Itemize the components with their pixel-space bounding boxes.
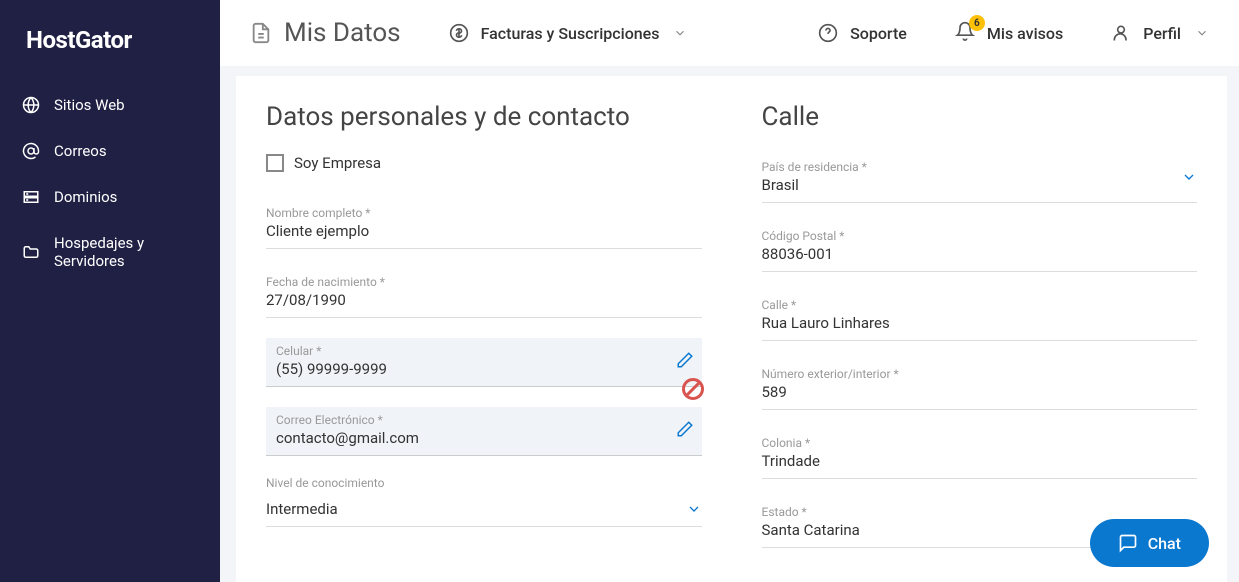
field-level[interactable]: Intermedia [266,494,702,527]
edit-icon[interactable] [676,351,694,373]
field-label: Calle * [762,298,1198,312]
field-value: Rua Lauro Linhares [762,314,1198,332]
field-phone[interactable]: Celular * (55) 99999-9999 [266,338,702,387]
field-value: (55) 99999-9999 [276,360,692,378]
server-icon [22,188,40,206]
sidebar-item-label: Correos [54,142,107,160]
nav-billing[interactable]: Facturas y Suscripciones [449,23,688,43]
sidebar-item-label: Hospedajes y Servidores [54,234,198,270]
sidebar-item-hosting[interactable]: Hospedajes y Servidores [0,220,220,284]
nav-profile[interactable]: Perfil [1111,23,1209,43]
main: Mis Datos Facturas y Suscripciones Sopor… [220,0,1239,582]
field-label: Nivel de conocimiento [266,476,702,490]
chevron-down-icon [1181,169,1197,185]
help-icon [818,23,838,43]
chevron-down-icon [686,501,702,517]
sidebar-item-mail[interactable]: Correos [0,128,220,174]
chevron-down-icon [1195,26,1209,40]
chat-icon [1118,533,1138,553]
chat-button[interactable]: Chat [1090,519,1209,567]
checkbox-label: Soy Empresa [294,154,381,172]
section-heading-personal: Datos personales y de contacto [266,102,702,132]
field-dob[interactable]: Fecha de nacimiento * 27/08/1990 [266,269,702,318]
field-colony[interactable]: Colonia * Trindade [762,430,1198,479]
field-street[interactable]: Calle * Rua Lauro Linhares [762,292,1198,341]
topbar: Mis Datos Facturas y Suscripciones Sopor… [220,0,1239,66]
field-number[interactable]: Número exterior/interior * 589 [762,361,1198,410]
nav-support-label: Soporte [850,24,907,43]
nav-support[interactable]: Soporte [818,23,907,43]
field-value: Cliente ejemplo [266,222,702,240]
edit-icon[interactable] [676,420,694,442]
sidebar-item-sites[interactable]: Sitios Web [0,82,220,128]
nav-notices-label: Mis avisos [987,24,1063,43]
page-title: Mis Datos [250,18,401,48]
sidebar-item-domains[interactable]: Dominios [0,174,220,220]
nav-profile-label: Perfil [1143,24,1181,43]
checkbox-box[interactable] [266,154,284,172]
globe-icon [22,96,40,114]
field-email[interactable]: Correo Electrónico * contacto@gmail.com [266,407,702,456]
user-icon [1111,23,1131,43]
sidebar: HostGator Sitios Web Correos Dominios Ho… [0,0,220,582]
folder-icon [22,243,40,261]
field-value: Brasil [762,176,867,194]
page-title-text: Mis Datos [284,18,401,48]
chat-label: Chat [1148,534,1181,553]
field-value: Trindade [762,452,1198,470]
document-icon [250,22,272,44]
brand-logo: HostGator [0,18,220,82]
field-country[interactable]: País de residencia * Brasil [762,154,1198,203]
column-personal: Datos personales y de contacto Soy Empre… [266,102,702,566]
field-value: contacto@gmail.com [276,429,692,447]
chevron-down-icon [673,26,687,40]
card-profile: Datos personales y de contacto Soy Empre… [236,76,1227,582]
field-label: Celular * [276,344,692,358]
nav-billing-label: Facturas y Suscripciones [481,24,660,43]
field-label: Correo Electrónico * [276,413,692,427]
sidebar-item-label: Sitios Web [54,96,125,114]
field-label: Código Postal * [762,229,1198,243]
field-label: Colonia * [762,436,1198,450]
section-heading-street: Calle [762,102,1198,132]
blocked-cursor-icon [682,378,704,400]
sidebar-item-label: Dominios [54,188,117,206]
field-label: Nombre completo * [266,206,702,220]
checkbox-company[interactable]: Soy Empresa [266,154,702,172]
column-street: Calle País de residencia * Brasil Código… [762,102,1198,566]
at-icon [22,142,40,160]
field-zip[interactable]: Código Postal * 88036-001 [762,223,1198,272]
field-label: País de residencia * [762,160,867,174]
field-value: 27/08/1990 [266,291,702,309]
field-value: 589 [762,383,1198,401]
dollar-icon [449,23,469,43]
field-name[interactable]: Nombre completo * Cliente ejemplo [266,200,702,249]
field-label: Número exterior/interior * [762,367,1198,381]
field-value: 88036-001 [762,245,1198,263]
notification-badge: 6 [969,15,985,31]
field-label: Estado * [762,505,1198,519]
field-value: Intermedia [266,500,338,518]
field-label: Fecha de nacimiento * [266,275,702,289]
nav-notices[interactable]: 6 Mis avisos [955,21,1063,45]
